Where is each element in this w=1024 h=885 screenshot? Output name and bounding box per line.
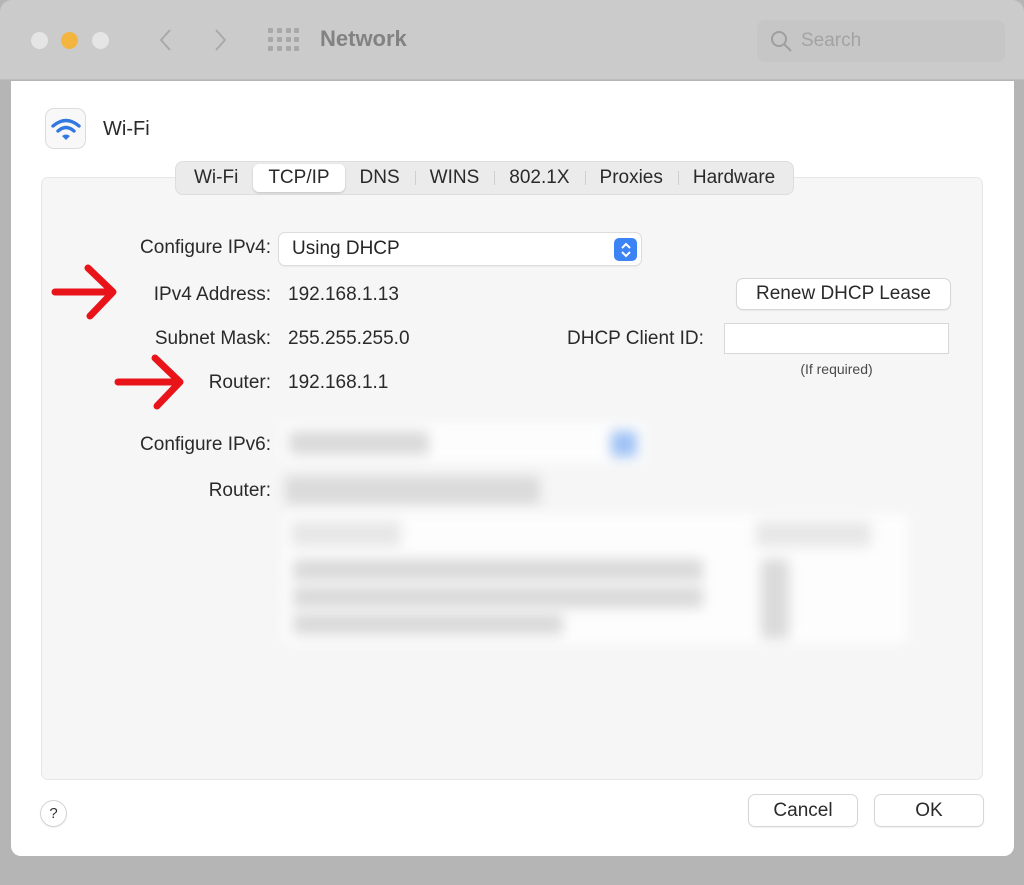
renew-dhcp-lease-button[interactable]: Renew DHCP Lease — [737, 279, 950, 309]
tab-wins[interactable]: WINS — [414, 164, 495, 192]
close-window-button[interactable] — [31, 32, 48, 49]
forward-button[interactable] — [206, 24, 236, 56]
tab-dns[interactable]: DNS — [345, 164, 415, 192]
tab-8021x[interactable]: 802.1X — [494, 164, 584, 192]
tab-proxies[interactable]: Proxies — [584, 164, 678, 192]
search-icon — [771, 31, 792, 52]
window-title: Network — [320, 26, 407, 51]
title-bar: Network Search — [0, 0, 1024, 80]
search-placeholder: Search — [801, 30, 862, 51]
redacted-ipv6-stepper — [611, 431, 637, 457]
annotation-arrow-ipv4 — [51, 264, 117, 320]
redacted-ipv6-router — [285, 476, 540, 504]
tab-hardware[interactable]: Hardware — [677, 164, 790, 192]
redacted-cell — [293, 586, 703, 608]
back-button[interactable] — [150, 24, 180, 56]
configure-ipv4-select[interactable]: Using DHCP — [279, 233, 641, 265]
zoom-window-button[interactable] — [92, 32, 109, 49]
up-down-chevron-icon — [620, 242, 631, 257]
annotation-arrow-router — [114, 354, 184, 410]
redacted-ipv6-value — [289, 431, 429, 455]
help-button[interactable]: ? — [41, 801, 66, 826]
subnet-mask-label: Subnet Mask: — [154, 328, 271, 349]
configure-ipv6-label: Configure IPv6: — [140, 434, 271, 455]
tab-wifi[interactable]: Wi-Fi — [179, 164, 253, 192]
ipv4-address-value: 192.168.1.13 — [288, 284, 399, 305]
cancel-button[interactable]: Cancel — [749, 795, 857, 826]
redacted-cell — [293, 613, 563, 635]
tab-bar: Wi-Fi TCP/IP DNS WINS 802.1X Proxies Har… — [175, 161, 795, 195]
wifi-icon — [50, 118, 81, 140]
popup-stepper — [614, 238, 637, 261]
chevron-left-icon — [159, 29, 171, 51]
configure-ipv4-value: Using DHCP — [292, 238, 400, 259]
dhcp-client-id-hint: (If required) — [800, 361, 873, 377]
minimize-window-button[interactable] — [61, 32, 78, 49]
redacted-cell — [761, 559, 789, 639]
network-preferences-window: Network Search Wi-Fi Wi-Fi TCP/IP DNS WI… — [0, 0, 1024, 885]
redacted-cell — [291, 521, 401, 547]
ok-button[interactable]: OK — [875, 795, 983, 826]
dhcp-client-id-label: DHCP Client ID: — [567, 328, 704, 349]
service-name: Wi-Fi — [103, 118, 150, 140]
tcpip-sheet: Wi-Fi Wi-Fi TCP/IP DNS WINS 802.1X Proxi… — [11, 81, 1014, 856]
redacted-cell — [293, 559, 703, 581]
ipv6-router-label: Router: — [208, 480, 271, 501]
dhcp-client-id-input[interactable] — [724, 323, 949, 354]
redacted-cell — [756, 521, 871, 547]
configure-ipv4-label: Configure IPv4: — [140, 237, 271, 258]
tab-tcpip[interactable]: TCP/IP — [253, 164, 345, 192]
subnet-mask-value: 255.255.255.0 — [288, 328, 410, 349]
wifi-service-icon — [45, 108, 86, 149]
search-field[interactable]: Search — [757, 20, 1005, 62]
router-value: 192.168.1.1 — [288, 372, 389, 393]
show-all-grid-icon[interactable] — [268, 28, 300, 52]
chevron-right-icon — [215, 29, 227, 51]
